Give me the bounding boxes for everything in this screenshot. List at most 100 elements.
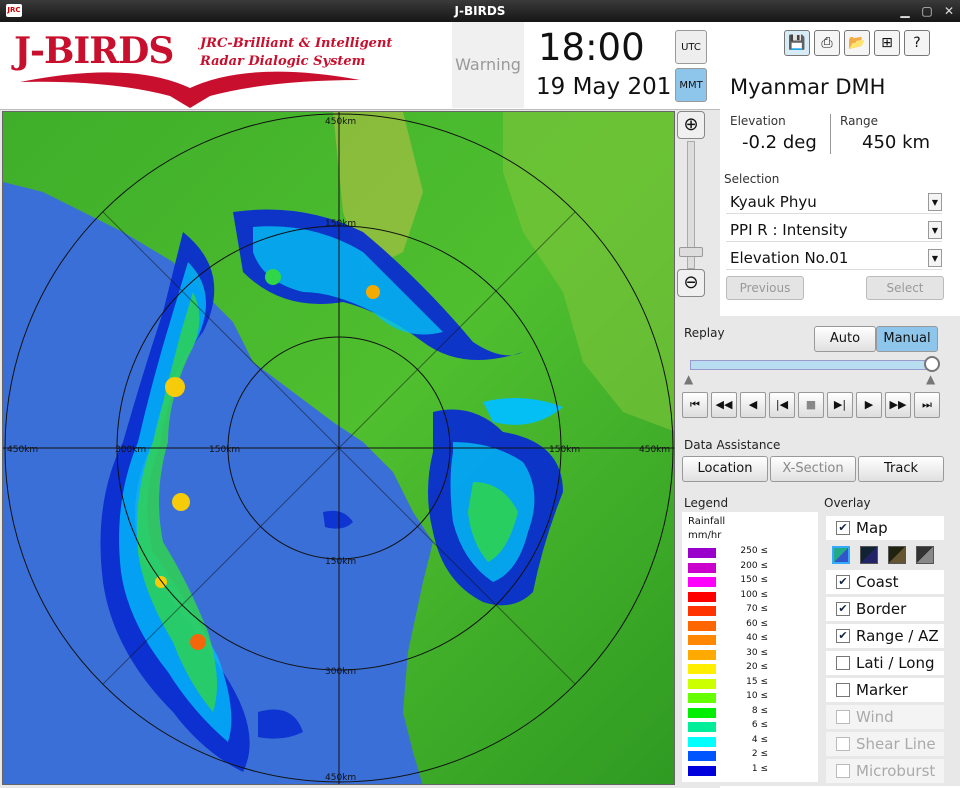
range-label: 450km: [325, 773, 356, 783]
overlay-marker[interactable]: Marker: [826, 678, 944, 702]
auto-button[interactable]: Auto: [814, 326, 876, 352]
step-forward-icon[interactable]: ▶|: [827, 392, 853, 418]
overlay-lati-long-label: Lati / Long: [856, 654, 935, 672]
logo-tagline-1: JRC-Brilliant & Intelligent: [200, 36, 393, 51]
legend-row: 1 ≤: [688, 764, 808, 776]
overlay-map[interactable]: ✔ Map: [826, 516, 944, 540]
map-style-dark-icon[interactable]: [860, 546, 878, 564]
legend-value: 6 ≤: [751, 720, 768, 730]
last-frame-icon[interactable]: ⏭: [914, 392, 940, 418]
legend-value: 250 ≤: [740, 546, 768, 556]
range-label: 150km: [549, 445, 580, 455]
overlay-lati-long[interactable]: Lati / Long: [826, 651, 944, 675]
legend-row: 2 ≤: [688, 749, 808, 761]
overlay-border[interactable]: ✔ Border: [826, 597, 944, 621]
elevation-range-box: Elevation -0.2 deg Range 450 km: [726, 110, 942, 160]
legend-value: 2 ≤: [751, 749, 768, 759]
manual-button[interactable]: Manual: [876, 326, 938, 352]
xsection-button[interactable]: X-Section: [770, 456, 856, 482]
print-icon[interactable]: ⎙: [814, 30, 840, 56]
timeline-handle[interactable]: [924, 356, 940, 372]
legend-swatch: [688, 707, 716, 718]
open-folder-icon[interactable]: 📂: [844, 30, 870, 56]
chevron-down-icon[interactable]: ▼: [928, 249, 942, 267]
legend-row: 8 ≤: [688, 706, 808, 718]
legend-value: 15 ≤: [746, 676, 768, 687]
overlay-wind: Wind: [826, 705, 944, 729]
range-label: Range: [840, 114, 879, 128]
clock-time: 18:00: [538, 26, 645, 69]
range-label: 300km: [115, 445, 146, 455]
legend-row: 70 ≤: [688, 604, 808, 616]
legend-value: 10 ≤: [746, 691, 768, 701]
overlay-border-label: Border: [856, 600, 907, 618]
minimize-icon[interactable]: ▁: [896, 0, 914, 22]
legend-swatch: [688, 591, 716, 602]
selection-label: Selection: [724, 172, 780, 186]
legend-value: 40 ≤: [746, 633, 768, 643]
track-button[interactable]: Track: [858, 456, 944, 482]
legend-row: 100 ≤: [688, 590, 808, 602]
overlay-range-az[interactable]: ✔ Range / AZ: [826, 624, 944, 648]
warning-indicator[interactable]: Warning: [452, 22, 524, 108]
elevation-value: -0.2 deg: [742, 132, 817, 153]
overlay-coast[interactable]: ✔ Coast: [826, 570, 944, 594]
overlay-wind-label: Wind: [856, 708, 894, 726]
range-label: 450km: [639, 445, 670, 455]
help-icon[interactable]: ?: [904, 30, 930, 56]
zoom-out-icon[interactable]: ⊖: [677, 269, 705, 297]
zoom-slider-thumb[interactable]: [679, 247, 703, 257]
select-button[interactable]: Select: [866, 276, 944, 300]
step-backward-icon[interactable]: |◀: [769, 392, 795, 418]
checkbox-icon[interactable]: [836, 656, 850, 670]
checkbox-icon[interactable]: ✔: [836, 629, 850, 643]
station-name: Myanmar DMH: [726, 70, 942, 104]
checkbox-icon[interactable]: ✔: [836, 521, 850, 535]
window-title-bar: JRC J-BIRDS ▁ ▢ ✕: [0, 0, 960, 22]
chevron-down-icon[interactable]: ▼: [928, 221, 942, 239]
save-icon[interactable]: 💾: [784, 30, 810, 56]
first-frame-icon[interactable]: ⏮: [682, 392, 708, 418]
map-style-brown-icon[interactable]: [888, 546, 906, 564]
map-style-color-icon[interactable]: [832, 546, 850, 564]
legend-unit-line2: mm/hr: [688, 530, 722, 541]
chevron-down-icon[interactable]: ▼: [928, 193, 942, 211]
legend-value: 20 ≤: [746, 662, 768, 672]
previous-button[interactable]: Previous: [726, 276, 804, 300]
play-forward-icon[interactable]: ▶: [856, 392, 882, 418]
fast-rewind-icon[interactable]: ◀◀: [711, 392, 737, 418]
overlay-marker-label: Marker: [856, 681, 908, 699]
site-select[interactable]: Kyauk Phyu ▼: [726, 190, 942, 214]
legend-row: 6 ≤: [688, 720, 808, 732]
legend-value: 200 ≤: [740, 560, 768, 571]
maximize-icon[interactable]: ▢: [918, 0, 936, 22]
divider: [830, 114, 831, 154]
checkbox-icon[interactable]: ✔: [836, 575, 850, 589]
overlay-label: Overlay: [824, 496, 871, 510]
app-icon: JRC: [6, 4, 22, 17]
overlay-microburst: Microburst: [826, 759, 944, 783]
product-select[interactable]: PPI R : Intensity ▼: [726, 218, 942, 242]
range-label: 150km: [209, 445, 240, 455]
checkbox-icon[interactable]: [836, 683, 850, 697]
radar-map[interactable]: 450km 150km 450km 300km 150km 450km 150k…: [2, 111, 675, 785]
replay-timeline[interactable]: [690, 360, 934, 370]
add-window-icon[interactable]: ⊞: [874, 30, 900, 56]
radar-map-canvas[interactable]: 450km 150km 450km 300km 150km 450km 150k…: [3, 112, 675, 785]
legend-row: 15 ≤: [688, 676, 808, 689]
zoom-in-icon[interactable]: ⊕: [677, 111, 705, 139]
timeline-start-marker-icon[interactable]: ▲: [684, 372, 693, 386]
map-style-gray-icon[interactable]: [916, 546, 934, 564]
utc-button[interactable]: UTC: [675, 30, 707, 64]
fast-forward-icon[interactable]: ▶▶: [885, 392, 911, 418]
legend-swatch: [688, 577, 716, 587]
stop-icon[interactable]: ■: [798, 392, 824, 418]
close-icon[interactable]: ✕: [940, 0, 958, 22]
elevation-select[interactable]: Elevation No.01 ▼: [726, 246, 942, 270]
mmt-button[interactable]: MMT: [675, 68, 707, 102]
timeline-end-marker-icon[interactable]: ▲: [926, 372, 935, 386]
play-backward-icon[interactable]: ◀: [740, 392, 766, 418]
checkbox-icon[interactable]: ✔: [836, 602, 850, 616]
legend-label: Legend: [684, 496, 729, 510]
location-button[interactable]: Location: [682, 456, 768, 482]
